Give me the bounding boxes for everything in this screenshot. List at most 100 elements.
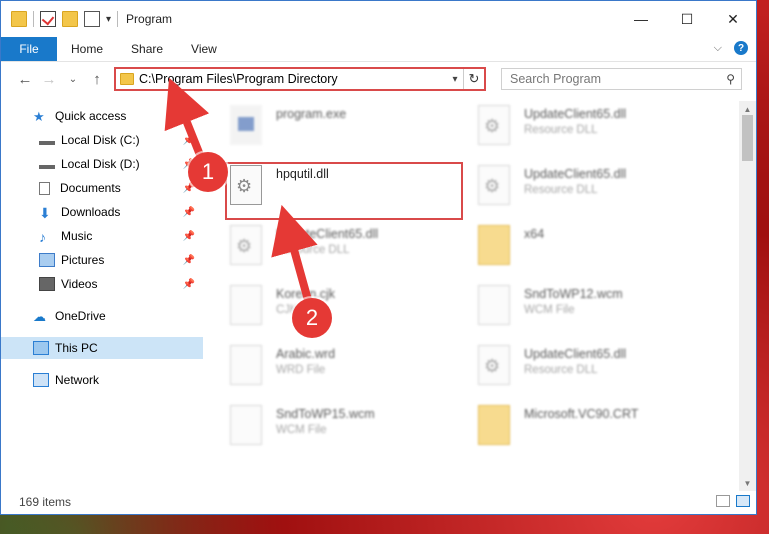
- nav-item-label: Music: [61, 229, 93, 243]
- quick-access-toolbar: ▾: [1, 11, 119, 27]
- star-icon: ★: [33, 109, 45, 124]
- file-name: Arabic.wrd: [276, 347, 336, 361]
- nav-item-label: Local Disk (D:): [61, 157, 140, 171]
- search-input[interactable]: [508, 71, 727, 87]
- nav-item-label: This PC: [55, 341, 98, 355]
- nav-item-quick-access[interactable]: ★ Quick access: [1, 105, 203, 127]
- nav-item-label: OneDrive: [55, 309, 106, 323]
- file-item-arabic-wrd[interactable]: Arabic.wrd WRD File: [204, 345, 444, 389]
- document-file-icon: [478, 285, 510, 325]
- nav-item-documents[interactable]: Documents 📌: [1, 177, 203, 199]
- tab-share[interactable]: Share: [117, 37, 177, 61]
- folder-icon: [11, 11, 27, 27]
- toolbar-divider: [33, 11, 34, 27]
- document-file-icon: [230, 345, 262, 385]
- file-item-updateclient65-dll[interactable]: UpdateClient65.dll Resource DLL: [204, 225, 444, 269]
- customize-toolbar-caret-icon[interactable]: ▾: [106, 14, 111, 25]
- step-2-badge: 2: [292, 298, 332, 338]
- large-icons-view-icon[interactable]: [736, 495, 750, 507]
- file-item-sndtowp15-wcm[interactable]: SndToWP15.wcm WCM File: [204, 405, 444, 449]
- scrollbar-thumb[interactable]: [742, 115, 753, 161]
- step-2-label: 2: [305, 305, 319, 330]
- file-type: WCM File: [524, 304, 575, 316]
- nav-item-local-disk-d[interactable]: Local Disk (D:) 📌: [1, 153, 203, 175]
- dll-file-icon: [478, 345, 510, 385]
- nav-item-music[interactable]: ♪ Music 📌: [1, 225, 203, 247]
- download-icon: ⬇: [39, 205, 51, 221]
- dll-file-icon: [478, 105, 510, 145]
- title-bar: ▾ Program — ☐ ✕: [1, 1, 756, 37]
- minimize-button[interactable]: —: [618, 1, 664, 37]
- pin-icon[interactable]: 📌: [183, 135, 195, 146]
- status-bar: 169 items: [1, 490, 756, 514]
- nav-item-pictures[interactable]: Pictures 📌: [1, 249, 203, 271]
- nav-item-network[interactable]: Network: [1, 369, 203, 391]
- address-bar[interactable]: C:\Program Files\Program Directory ▾ ↻: [114, 67, 486, 91]
- file-item-updateclient65-dll[interactable]: UpdateClient65.dll Resource DLL: [452, 345, 692, 389]
- file-item-sndtowp12-wcm[interactable]: SndToWP12.wcm WCM File: [452, 285, 692, 329]
- vertical-scrollbar[interactable]: ▲ ▼: [739, 101, 756, 491]
- item-count: 169 items: [19, 495, 72, 509]
- file-name: Microsoft.VC90.CRT: [524, 407, 639, 421]
- drive-icon: [39, 159, 55, 169]
- pin-icon[interactable]: 📌: [183, 207, 195, 218]
- file-list: program.exe UpdateClient65.dll Resource …: [204, 101, 739, 491]
- new-folder-icon[interactable]: [62, 11, 78, 27]
- nav-item-local-disk-c[interactable]: Local Disk (C:) 📌: [1, 129, 203, 151]
- step-1-badge: 1: [188, 152, 228, 192]
- address-dropdown-icon[interactable]: ▾: [447, 74, 463, 85]
- file-name: SndToWP15.wcm: [276, 407, 375, 421]
- folder-item-x64[interactable]: x64: [452, 225, 692, 269]
- nav-item-videos[interactable]: Videos 📌: [1, 273, 203, 295]
- tab-view[interactable]: View: [177, 37, 231, 61]
- properties-check-icon[interactable]: [40, 11, 56, 27]
- dll-file-icon: [230, 225, 262, 265]
- file-item-updateclient65-dll[interactable]: UpdateClient65.dll Resource DLL: [452, 105, 692, 149]
- view-options-icon[interactable]: [84, 11, 100, 27]
- dll-file-icon: [478, 165, 510, 205]
- scroll-down-arrow-icon[interactable]: ▼: [739, 475, 756, 491]
- up-arrow-icon[interactable]: ↑: [85, 71, 109, 88]
- forward-arrow-icon[interactable]: →: [37, 71, 61, 88]
- pin-icon[interactable]: 📌: [183, 279, 195, 290]
- address-path[interactable]: C:\Program Files\Program Directory: [139, 72, 447, 86]
- search-icon[interactable]: ⚲: [726, 72, 735, 86]
- file-type: Resource DLL: [524, 184, 598, 196]
- drive-icon: [39, 135, 55, 145]
- details-view-icon[interactable]: [716, 495, 730, 507]
- view-toggle: [716, 495, 750, 507]
- ribbon-tabs: File Home Share View ⌵ ?: [1, 37, 756, 62]
- folder-item-microsoft-vc90-crt[interactable]: Microsoft.VC90.CRT: [452, 405, 692, 449]
- refresh-icon[interactable]: ↻: [463, 69, 484, 89]
- tab-home[interactable]: Home: [57, 37, 117, 61]
- file-item-program-exe[interactable]: program.exe: [204, 105, 444, 149]
- nav-item-label: Downloads: [61, 205, 121, 219]
- search-box[interactable]: ⚲: [501, 68, 742, 90]
- videos-icon: [39, 277, 55, 291]
- back-arrow-icon[interactable]: ←: [13, 71, 37, 88]
- pictures-icon: [39, 253, 55, 267]
- help-icon[interactable]: ?: [734, 41, 748, 55]
- nav-item-downloads[interactable]: ⬇ Downloads 📌: [1, 201, 203, 223]
- file-type: WCM File: [276, 424, 327, 436]
- highlight-box: [225, 162, 463, 220]
- pin-icon[interactable]: 📌: [183, 255, 195, 266]
- file-type: Resource DLL: [524, 364, 598, 376]
- nav-item-label: Network: [55, 373, 100, 387]
- folder-icon: [478, 225, 510, 265]
- nav-item-onedrive[interactable]: ☁ OneDrive: [1, 305, 203, 327]
- nav-item-this-pc[interactable]: This PC: [1, 337, 203, 359]
- nav-item-label: Videos: [61, 277, 98, 291]
- file-type: Resource DLL: [524, 124, 598, 136]
- maximize-button[interactable]: ☐: [664, 1, 710, 37]
- expand-ribbon-chevron-icon[interactable]: ⌵: [714, 42, 722, 55]
- file-name: SndToWP12.wcm: [524, 287, 623, 301]
- pin-icon[interactable]: 📌: [183, 231, 195, 242]
- tab-file[interactable]: File: [1, 37, 57, 61]
- nav-item-label: Documents: [60, 181, 121, 195]
- navigation-pane: ★ Quick access Local Disk (C:) 📌 Local D…: [1, 101, 203, 491]
- file-item-updateclient65-dll[interactable]: UpdateClient65.dll Resource DLL: [452, 165, 692, 209]
- file-name: UpdateClient65.dll: [524, 107, 627, 121]
- close-button[interactable]: ✕: [710, 1, 756, 37]
- recent-locations-caret-icon[interactable]: ⌄: [61, 74, 85, 85]
